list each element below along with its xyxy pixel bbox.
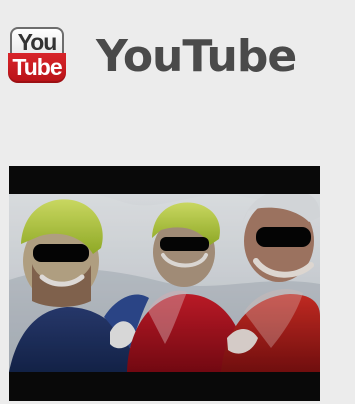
youtube-logo-icon: You Tube [8,27,66,85]
logo-top-text: You [17,29,58,55]
video-thumbnail[interactable] [9,166,320,401]
widget-header: You Tube YouTube [8,26,297,86]
logo-bottom-text: Tube [12,54,62,80]
youtube-widget: You Tube YouTube [0,0,355,404]
video-thumbnail-icon [9,166,320,401]
widget-title: YouTube [96,31,297,82]
